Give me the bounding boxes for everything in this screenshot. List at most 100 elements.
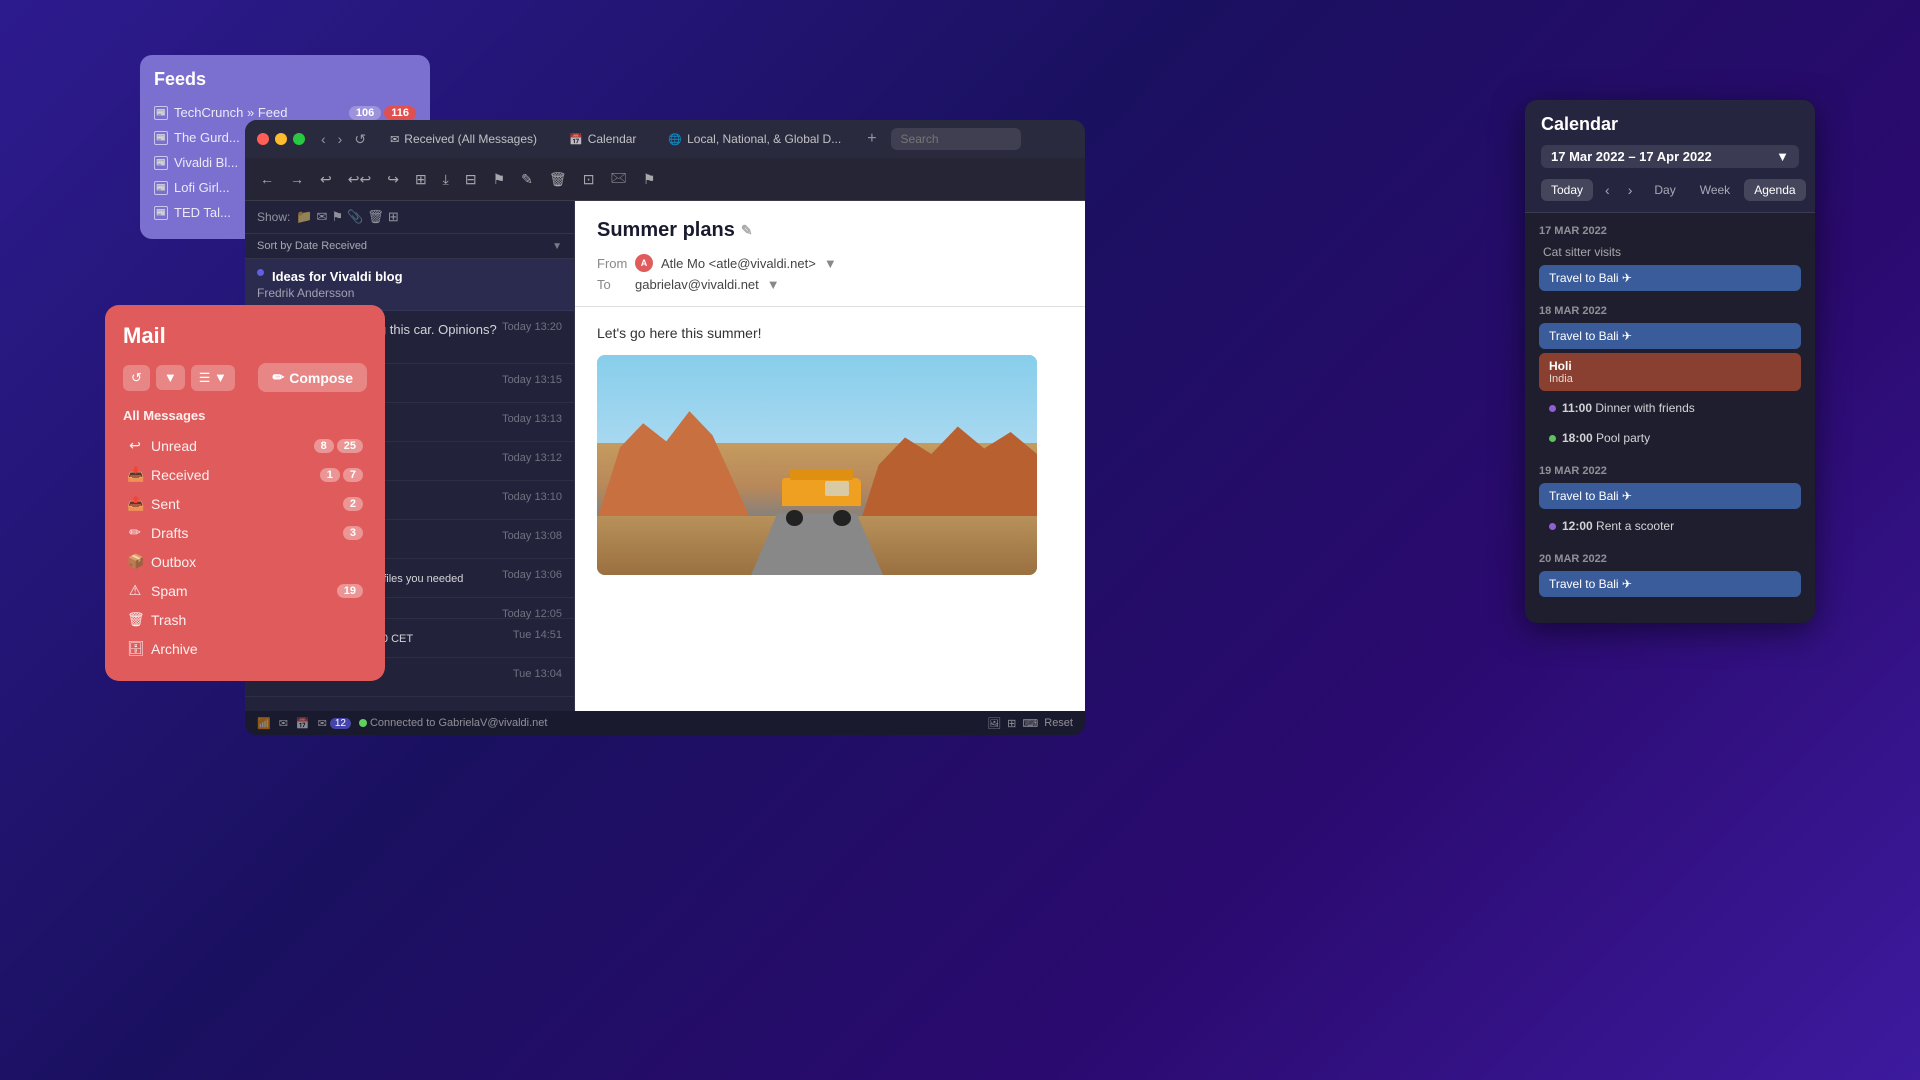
mail-nav-sent[interactable]: 📤 Sent 2: [123, 489, 367, 518]
status-calendar-icon: 📅: [296, 717, 310, 730]
filter-del-icon[interactable]: 🗑: [367, 209, 384, 225]
to-chevron-icon[interactable]: ▼: [767, 277, 780, 292]
refresh-button[interactable]: ↺: [123, 365, 150, 391]
msg-time-7: Today 13:06: [502, 569, 562, 581]
mail-nav-trash[interactable]: 🗑 Trash: [123, 605, 367, 634]
compose-button[interactable]: ✏ Compose: [258, 363, 367, 392]
filter-all-icon[interactable]: 📁: [296, 209, 312, 225]
cal-agenda-button[interactable]: Agenda: [1744, 179, 1805, 201]
status-envelope-icon: ✉ 12: [318, 717, 351, 730]
mail-section-label: All Messages: [123, 408, 367, 423]
back-arrow[interactable]: ‹: [317, 129, 330, 150]
cal-next-button[interactable]: ›: [1622, 178, 1639, 202]
connection-text: Connected to GabrielaV@vivaldi.net: [370, 717, 548, 729]
filter-attach-icon[interactable]: 📎: [347, 209, 363, 225]
mail-toolbar: ↺ ▼ ☰ ▼ ✏ Compose: [123, 363, 367, 392]
filter-btn[interactable]: ⊟: [460, 168, 482, 191]
msg-time-4: Today 13:12: [502, 452, 562, 464]
tab-calendar[interactable]: 📅 Calendar: [557, 128, 648, 150]
compose-toolbar-btn[interactable]: 🖂: [605, 164, 631, 194]
close-button[interactable]: [257, 133, 269, 145]
back-toolbar-btn[interactable]: ←: [255, 168, 279, 190]
from-label: From: [597, 256, 627, 271]
van-front-wheel: [833, 510, 850, 526]
event-travel-bali-20[interactable]: Travel to Bali ✈: [1539, 571, 1801, 597]
fwd-toolbar-btn[interactable]: →: [285, 168, 309, 190]
range-chevron-icon: ▼: [1776, 149, 1789, 164]
calendar-range-row: 17 Mar 2022 – 17 Apr 2022 ▼: [1541, 145, 1799, 168]
archive-btn[interactable]: ⤓: [438, 168, 454, 191]
maximize-button[interactable]: [293, 133, 305, 145]
sort-chevron-icon: ▼: [552, 241, 562, 252]
print-btn[interactable]: ⊡: [578, 168, 600, 191]
msg-time-3: Today 13:13: [502, 413, 562, 425]
tab-received[interactable]: ✉ Received (All Messages): [378, 128, 549, 150]
to-row: To gabrielav@vivaldi.net ▼: [597, 277, 1063, 292]
spam-toolbar-btn[interactable]: ⚑: [638, 168, 661, 191]
forward-arrow[interactable]: ›: [334, 129, 347, 150]
delete-toolbar-btn[interactable]: 🗑: [544, 168, 572, 191]
today-button[interactable]: Today: [1541, 179, 1593, 201]
filter-unread-icon[interactable]: ✉: [317, 209, 328, 225]
reply-all-btn[interactable]: ↩↩: [343, 168, 376, 191]
mail-nav-archive[interactable]: 🗄 Archive: [123, 634, 367, 663]
new-msg-btn[interactable]: ⊞: [410, 168, 432, 191]
env-status-icon: ✉: [318, 717, 327, 730]
msg-time-2: Today 13:15: [502, 374, 562, 386]
message-item-0[interactable]: Ideas for Vivaldi blog Fredrik Andersson: [245, 259, 574, 311]
mail-nav-received[interactable]: 📥 Received 1 7: [123, 460, 367, 489]
event-cat-sitter[interactable]: Cat sitter visits: [1539, 243, 1801, 261]
message-item-11[interactable]: RSVP (Maybe): Say Maybe @ Tue, Mar 15 20…: [245, 697, 574, 711]
calendar-range[interactable]: 17 Mar 2022 – 17 Apr 2022 ▼: [1541, 145, 1799, 168]
mail-nav-unread[interactable]: ↩ Unread 8 25: [123, 431, 367, 460]
mail-sort-button[interactable]: ☰ ▼: [191, 365, 235, 391]
feeds-title: Feeds: [154, 69, 416, 90]
forward-btn[interactable]: ↪: [382, 168, 404, 191]
cal-week-button[interactable]: Week: [1690, 179, 1740, 201]
event-holi[interactable]: Holi India: [1539, 353, 1801, 391]
cal-prev-button[interactable]: ‹: [1599, 178, 1616, 202]
drafts-badge: 3: [343, 526, 363, 540]
unread-badge2: 25: [337, 439, 363, 453]
mail-nav-outbox[interactable]: 📦 Outbox: [123, 547, 367, 576]
to-address: gabrielav@vivaldi.net: [635, 277, 759, 292]
event-scooter[interactable]: 12:00 Rent a scooter: [1539, 513, 1801, 539]
flag-btn[interactable]: ⚑: [488, 168, 511, 191]
reply-btn[interactable]: ↩: [315, 168, 337, 191]
mail-nav-drafts[interactable]: ✏ Drafts 3: [123, 518, 367, 547]
email-image: [597, 355, 1037, 575]
tag-btn[interactable]: ✎: [516, 168, 538, 191]
search-input[interactable]: [891, 128, 1021, 150]
status-icons-right: 🖼: [987, 717, 1001, 730]
from-chevron-icon[interactable]: ▼: [824, 256, 837, 271]
unread-badge1: 8: [314, 439, 334, 453]
email-edit-icon[interactable]: ✎: [741, 222, 753, 239]
calendar-body: 17 Mar 2022 Cat sitter visits Travel to …: [1525, 213, 1815, 623]
filter-flag-icon[interactable]: ⚑: [331, 209, 343, 225]
msg-time-8: Today 12:05: [502, 608, 562, 620]
feed-icon-3: 📰: [154, 181, 168, 195]
event-travel-bali-19[interactable]: Travel to Bali ✈: [1539, 483, 1801, 509]
tab-news[interactable]: 🌐 Local, National, & Global D...: [656, 128, 853, 150]
new-tab-button[interactable]: +: [861, 128, 882, 150]
event-travel-bali-17[interactable]: Travel to Bali ✈: [1539, 265, 1801, 291]
cal-day-button[interactable]: Day: [1644, 179, 1685, 201]
feed-icon-2: 📰: [154, 156, 168, 170]
mail-nav-spam[interactable]: ⚠ Spam 19: [123, 576, 367, 605]
sent-icon: 📤: [127, 495, 143, 512]
msg-subject-0: Fredrik Andersson: [257, 286, 562, 300]
toolbar: ← → ↩ ↩↩ ↪ ⊞ ⤓ ⊟ ⚑ ✎ 🗑 ⊡ 🖂 ⚑: [245, 158, 1085, 201]
filter-more-icon[interactable]: ⊞: [388, 209, 399, 225]
reload-button[interactable]: ↺: [350, 129, 370, 150]
event-dinner[interactable]: 11:00 Dinner with friends: [1539, 395, 1801, 421]
event-travel-bali-18[interactable]: Travel to Bali ✈: [1539, 323, 1801, 349]
minimize-button[interactable]: [275, 133, 287, 145]
news-tab-icon: 🌐: [668, 133, 682, 146]
mail-filter-button[interactable]: ▼: [156, 365, 185, 390]
received-badge1: 1: [320, 468, 340, 482]
van-scene: [597, 355, 1037, 575]
event-pool[interactable]: 18:00 Pool party: [1539, 425, 1801, 451]
reset-btn[interactable]: Reset: [1044, 717, 1073, 730]
feed-name-2: Vivaldi Bl...: [174, 155, 238, 170]
sort-bar[interactable]: Sort by Date Received ▼: [245, 234, 574, 259]
